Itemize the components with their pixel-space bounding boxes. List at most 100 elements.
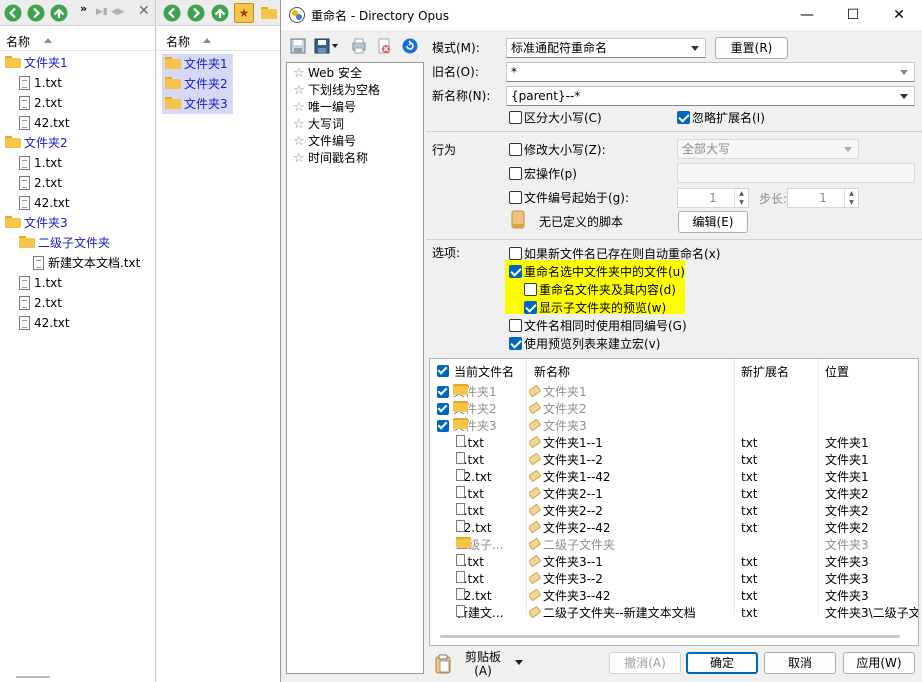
save-dropdown-icon[interactable] bbox=[332, 44, 338, 48]
left-column-header[interactable]: 名称 bbox=[0, 29, 155, 51]
spinner-arrows-icon[interactable]: ▲ ▼ bbox=[734, 189, 748, 207]
header-current-name[interactable]: 当前文件名 bbox=[454, 363, 514, 383]
mid-list-item[interactable]: 文件夹2 bbox=[162, 74, 233, 94]
preset-list[interactable]: ☆ Web 安全 ☆ 下划线为空格 ☆ 唯一编号 ☆ 大写词 ☆ 文件编号 ☆ 时间戳名称 bbox=[286, 62, 424, 674]
preview-row[interactable]: 文件夹1 文件夹1 bbox=[430, 384, 918, 401]
clipboard-dropdown-icon[interactable] bbox=[515, 660, 523, 665]
preset-item[interactable]: ☆ 唯一编号 bbox=[293, 99, 356, 116]
change-case-checkbox[interactable] bbox=[509, 143, 522, 156]
preview-row[interactable]: 2.txt 文件夹3--2 txt 文件夹3 bbox=[430, 571, 918, 588]
print-icon[interactable] bbox=[351, 38, 367, 54]
select-all-checkbox[interactable] bbox=[437, 365, 449, 377]
tree-file-row[interactable]: 42.txt bbox=[19, 113, 70, 133]
case-select[interactable]: 全部大写 bbox=[677, 139, 859, 159]
preset-item[interactable]: ☆ 大写词 bbox=[293, 116, 344, 133]
tree-folder-row[interactable]: 文件夹1 bbox=[5, 53, 68, 73]
ignore-extension-checkbox[interactable] bbox=[677, 111, 690, 124]
preview-row[interactable]: 2.txt 文件夹2--2 txt 文件夹2 bbox=[430, 503, 918, 520]
spinner-arrows-icon[interactable]: ▲ ▼ bbox=[844, 189, 858, 207]
tree-file-row[interactable]: 2.txt bbox=[19, 93, 62, 113]
preview-row[interactable]: 42.txt 文件夹3--42 txt 文件夹3 bbox=[430, 588, 918, 605]
header-new-name[interactable]: 新名称 bbox=[534, 363, 570, 383]
clipboard-icon[interactable] bbox=[434, 654, 452, 674]
up-icon[interactable] bbox=[211, 4, 229, 22]
tree-file-row[interactable]: 2.txt bbox=[19, 173, 62, 193]
tree-folder-row[interactable]: 文件夹2 bbox=[5, 133, 68, 153]
refresh-icon[interactable] bbox=[402, 38, 418, 54]
preview-row[interactable]: 42.txt 文件夹1--42 txt 文件夹1 bbox=[430, 469, 918, 486]
row-checkbox[interactable] bbox=[437, 403, 449, 415]
header-new-ext[interactable]: 新扩展名 bbox=[741, 363, 789, 383]
apply-button[interactable]: 应用(W) bbox=[843, 652, 915, 674]
cancel-button[interactable]: 取消 bbox=[764, 652, 836, 674]
tree-folder-row[interactable]: 二级子文件夹 bbox=[19, 233, 110, 253]
back-icon[interactable] bbox=[163, 4, 181, 22]
preview-list[interactable]: 当前文件名 新名称 新扩展名 位置 文件夹1 文件夹1 文件夹2 文件夹2 文件夹3 文件… bbox=[429, 358, 919, 646]
title-bar[interactable]: 重命名 - Directory Opus — ☐ ✕ bbox=[281, 0, 922, 30]
new-name-input[interactable]: {parent}--* bbox=[506, 86, 915, 106]
tree-file-row[interactable]: 新建文本文档.txt bbox=[33, 253, 140, 273]
preview-row[interactable]: 1.txt 文件夹3--1 txt 文件夹3 bbox=[430, 554, 918, 571]
tree-file-row[interactable]: 2.txt bbox=[19, 293, 62, 313]
up-icon[interactable] bbox=[50, 4, 68, 22]
option-checkbox[interactable] bbox=[509, 265, 522, 278]
preview-row[interactable]: 文件夹2 文件夹2 bbox=[430, 401, 918, 418]
left-scrollbar[interactable] bbox=[16, 676, 50, 678]
row-checkbox[interactable] bbox=[437, 386, 449, 398]
preset-item[interactable]: ☆ 时间戳名称 bbox=[293, 150, 368, 167]
old-name-input[interactable]: * bbox=[506, 62, 915, 82]
edit-button[interactable]: 编辑(E) bbox=[678, 211, 748, 233]
preset-item[interactable]: ☆ 文件编号 bbox=[293, 133, 356, 150]
tree-file-row[interactable]: 1.txt bbox=[19, 73, 62, 93]
start-number-input[interactable]: 1 ▲ ▼ bbox=[677, 188, 749, 208]
option-checkbox[interactable] bbox=[509, 319, 522, 332]
step-input[interactable]: 1 ▲ ▼ bbox=[787, 188, 859, 208]
forward-icon[interactable] bbox=[27, 4, 45, 22]
minimize-icon[interactable]: — bbox=[784, 0, 830, 30]
close-pane-icon[interactable]: ✕ bbox=[138, 3, 150, 19]
preset-item[interactable]: ☆ 下划线为空格 bbox=[293, 82, 380, 99]
case-sensitive-checkbox[interactable] bbox=[509, 111, 522, 124]
option-checkbox[interactable] bbox=[524, 283, 537, 296]
preview-row[interactable]: 新建文... 二级子文件夹--新建文本文档 txt 文件夹3\二级子文 bbox=[430, 605, 918, 622]
clipboard-button[interactable]: 剪贴板(A) bbox=[460, 650, 506, 678]
tree-file-row[interactable]: 1.txt bbox=[19, 153, 62, 173]
option-checkbox[interactable] bbox=[509, 337, 522, 350]
tree-file-row[interactable]: 1.txt bbox=[19, 273, 62, 293]
macro-input[interactable] bbox=[677, 163, 915, 183]
save-as-icon[interactable] bbox=[314, 38, 330, 54]
option-checkbox[interactable] bbox=[509, 247, 522, 260]
mid-list-item[interactable]: 文件夹1 bbox=[162, 54, 233, 74]
reset-button[interactable]: 重置(R) bbox=[715, 37, 788, 59]
row-checkbox[interactable] bbox=[437, 420, 449, 432]
number-from-checkbox[interactable] bbox=[509, 191, 522, 204]
macro-checkbox[interactable] bbox=[509, 167, 522, 180]
mode-select[interactable]: 标准通配符重命名 bbox=[506, 38, 706, 58]
preview-row[interactable]: 文件夹3 文件夹3 bbox=[430, 418, 918, 435]
delete-preset-icon[interactable] bbox=[376, 38, 392, 54]
favorites-folder-icon[interactable]: ★ bbox=[234, 3, 254, 23]
preview-row[interactable]: 1.txt 文件夹2--1 txt 文件夹2 bbox=[430, 486, 918, 503]
tree-file-row[interactable]: 42.txt bbox=[19, 313, 70, 333]
forward-icon[interactable] bbox=[187, 4, 205, 22]
preview-row[interactable]: 2.txt 文件夹1--2 txt 文件夹1 bbox=[430, 452, 918, 469]
preview-scrollbar[interactable] bbox=[440, 635, 900, 638]
preview-row[interactable]: 二级子... 二级子文件夹 文件夹3 bbox=[430, 537, 918, 554]
preset-item[interactable]: ☆ Web 安全 bbox=[293, 65, 362, 82]
tree-folder-row[interactable]: 文件夹3 bbox=[5, 213, 68, 233]
preview-row[interactable]: 42.txt 文件夹2--42 txt 文件夹2 bbox=[430, 520, 918, 537]
mid-column-header[interactable]: 名称 bbox=[157, 29, 280, 51]
mid-list-item[interactable]: 文件夹3 bbox=[162, 94, 233, 114]
maximize-icon[interactable]: ☐ bbox=[830, 0, 876, 30]
folder-icon[interactable] bbox=[261, 7, 280, 21]
ok-button[interactable]: 确定 bbox=[686, 652, 758, 674]
save-preset-icon[interactable] bbox=[290, 38, 306, 54]
tree-file-row[interactable]: 42.txt bbox=[19, 193, 70, 213]
back-icon[interactable] bbox=[4, 4, 22, 22]
preview-row[interactable]: 1.txt 文件夹1--1 txt 文件夹1 bbox=[430, 435, 918, 452]
undo-button[interactable]: 撤消(A) bbox=[609, 652, 681, 674]
nav-arrows-icon[interactable]: ▶▮ ◀▶ bbox=[96, 7, 125, 17]
option-checkbox[interactable] bbox=[524, 301, 537, 314]
overflow-chevron-icon[interactable]: » bbox=[80, 2, 87, 15]
close-icon[interactable]: ✕ bbox=[876, 0, 922, 30]
